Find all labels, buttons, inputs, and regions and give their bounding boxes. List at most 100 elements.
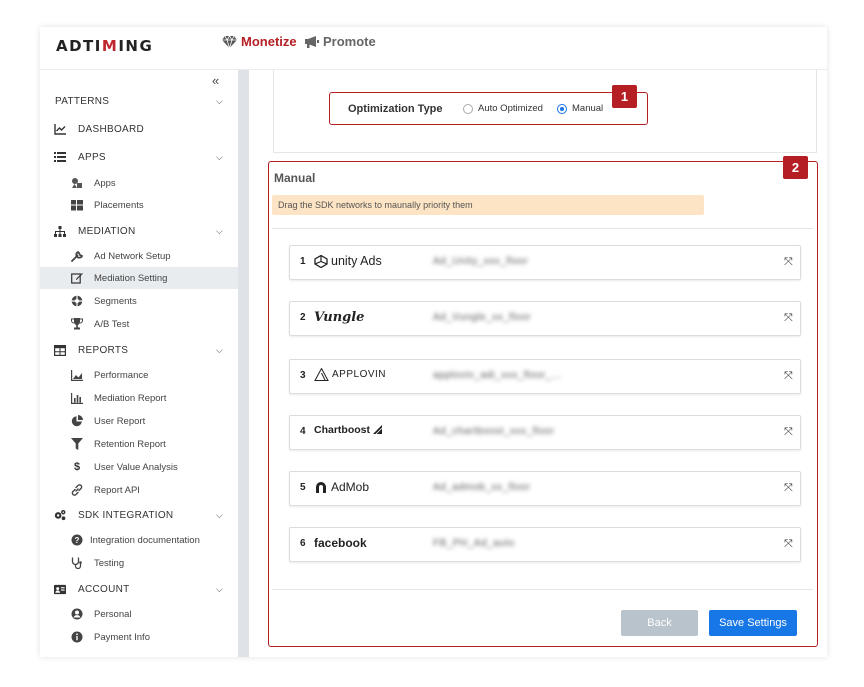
area-chart-icon (71, 369, 83, 381)
sidebar-item-label: SDK INTEGRATION (78, 509, 174, 521)
sidebar-section-sdk-integration[interactable]: SDK INTEGRATION ⌵ (40, 504, 238, 526)
tab-monetize-label: Monetize (241, 34, 297, 49)
sidebar-item-apps[interactable]: Apps (40, 172, 238, 194)
megaphone-icon (304, 35, 319, 48)
facebook-logo: facebook (314, 536, 367, 550)
network-brand: unity Ads (331, 254, 382, 268)
logo-text-accent: M (101, 37, 119, 55)
sidebar-item-label: Report API (94, 484, 140, 496)
sidebar-item-label: A/B Test (94, 318, 130, 330)
chevron-down-icon: ⌵ (216, 95, 224, 106)
rank-number: 4 (300, 426, 306, 437)
callout-badge-2: 2 (783, 156, 808, 179)
optimization-card: Optimization Type Auto Optimized Manual … (273, 70, 817, 153)
sidebar-item-integration-documentation[interactable]: ? Integration documentation (40, 529, 238, 551)
rank-number: 1 (300, 256, 306, 267)
network-instance-name: Ad_chartboost_xxx_floor (433, 426, 555, 437)
sidebar-item-label: User Value Analysis (94, 461, 178, 473)
rank-number: 5 (300, 482, 306, 493)
network-row[interactable]: 1 unity Ads Ad_Unity_xxx_floor ⤧ (289, 245, 801, 280)
shapes-icon (71, 177, 83, 189)
radio-manual[interactable]: Manual (557, 103, 603, 114)
network-priority-list: 1 unity Ads Ad_Unity_xxx_floor ⤧ 2 Vungl… (272, 228, 813, 590)
callout-badge-1: 1 (612, 85, 637, 108)
sidebar-item-label: Payment Info (94, 631, 150, 643)
sidebar-item-segments[interactable]: Segments (40, 290, 238, 312)
sidebar-item-user-report[interactable]: User Report (40, 410, 238, 432)
sidebar-item-dashboard[interactable]: DASHBOARD (40, 118, 238, 140)
network-row[interactable]: 2 Vungle Ad_Vungle_xx_floor ⤧ (289, 301, 801, 336)
chevron-down-icon: ⌵ (216, 344, 224, 355)
sidebar-item-label: APPS (78, 151, 106, 163)
sidebar-item-mediation-report[interactable]: Mediation Report (40, 387, 238, 409)
logo[interactable]: ADTIMING (56, 37, 153, 55)
sidebar-item-label: MEDIATION (78, 225, 136, 237)
app-window: ADTIMING Monetize Promote « PATTERNS ⌵ D… (40, 27, 827, 657)
back-button[interactable]: Back (621, 610, 698, 636)
manual-priority-panel: Manual 2 Drag the SDK networks to maunal… (268, 156, 818, 647)
drag-handle-icon[interactable]: ⤧ (784, 256, 793, 269)
chartboost-icon (373, 425, 383, 435)
question-icon: ? (71, 534, 83, 546)
unity-icon (314, 254, 328, 268)
drag-handle-icon[interactable]: ⤧ (784, 426, 793, 439)
sidebar-item-payment-info[interactable]: Payment Info (40, 626, 238, 648)
sidebar: « PATTERNS ⌵ DASHBOARD APPS ⌵ Apps Place… (40, 70, 238, 657)
sidebar-section-apps[interactable]: APPS ⌵ (40, 146, 238, 168)
collapse-sidebar-icon[interactable]: « (212, 73, 219, 88)
network-row[interactable]: 6 facebook FB_PH_Ad_auto ⤧ (289, 527, 801, 562)
sidebar-item-label: Ad Network Setup (94, 250, 171, 262)
sidebar-section-account[interactable]: ACCOUNT ⌵ (40, 578, 238, 600)
drag-handle-icon[interactable]: ⤧ (784, 538, 793, 551)
sidebar-item-ab-test[interactable]: A/B Test (40, 313, 238, 335)
wrench-icon (71, 250, 83, 262)
edit-icon (71, 272, 83, 284)
sidebar-scrollbar[interactable] (238, 70, 249, 657)
sidebar-item-user-value-analysis[interactable]: $ User Value Analysis (40, 456, 238, 478)
chart-line-icon (54, 123, 66, 135)
grid-icon (71, 199, 83, 211)
radio-circle (463, 103, 473, 114)
network-brand: facebook (314, 536, 367, 550)
sidebar-item-personal[interactable]: Personal (40, 603, 238, 625)
sidebar-item-label: Placements (94, 199, 144, 211)
sidebar-item-label: Integration documentation (90, 534, 200, 546)
sidebar-section-reports[interactable]: REPORTS ⌵ (40, 339, 238, 361)
radio-circle-selected (557, 103, 567, 114)
sidebar-section-patterns[interactable]: PATTERNS ⌵ (40, 90, 238, 112)
radio-auto-optimized[interactable]: Auto Optimized (463, 103, 543, 114)
optimization-type-label: Optimization Type (348, 102, 443, 115)
sidebar-item-label: ACCOUNT (78, 583, 130, 595)
rank-number: 3 (300, 370, 306, 381)
network-brand: Chartboost (314, 424, 370, 436)
sidebar-item-label: Testing (94, 557, 125, 569)
drag-handle-icon[interactable]: ⤧ (784, 482, 793, 495)
save-settings-button[interactable]: Save Settings (709, 610, 797, 636)
sidebar-item-performance[interactable]: Performance (40, 364, 238, 386)
sidebar-item-label: Mediation Report (94, 392, 167, 404)
tab-monetize[interactable]: Monetize (222, 34, 297, 49)
network-row[interactable]: 5 AdMob Ad_admob_xx_floor ⤧ (289, 471, 801, 506)
drag-handle-icon[interactable]: ⤧ (784, 312, 793, 325)
sidebar-item-testing[interactable]: Testing (40, 552, 238, 574)
logo-text-2: ING (118, 37, 154, 55)
sidebar-section-mediation[interactable]: MEDIATION ⌵ (40, 220, 238, 242)
unity-ads-logo: unity Ads (314, 254, 382, 268)
network-row[interactable]: 4 Chartboost Ad_chartboost_xxx_floor ⤧ (289, 415, 801, 450)
sidebar-item-placements[interactable]: Placements (40, 194, 238, 216)
rank-number: 6 (300, 538, 306, 549)
sidebar-item-mediation-setting[interactable]: Mediation Setting (40, 267, 238, 289)
chartboost-logo: Chartboost (314, 424, 384, 436)
tab-promote[interactable]: Promote (304, 34, 376, 49)
stethoscope-icon (71, 557, 83, 569)
info-icon (71, 631, 83, 643)
applovin-icon (314, 368, 329, 381)
radio-label: Manual (572, 103, 604, 114)
sidebar-item-retention-report[interactable]: Retention Report (40, 433, 238, 455)
network-brand: Vungle (314, 310, 365, 325)
link-icon (71, 484, 83, 496)
network-row[interactable]: 3 APPLOVIN applovin_adi_xxx_floor_... ⤧ (289, 359, 801, 394)
sidebar-item-report-api[interactable]: Report API (40, 479, 238, 501)
sidebar-item-ad-network-setup[interactable]: Ad Network Setup (40, 245, 238, 267)
drag-handle-icon[interactable]: ⤧ (784, 370, 793, 383)
